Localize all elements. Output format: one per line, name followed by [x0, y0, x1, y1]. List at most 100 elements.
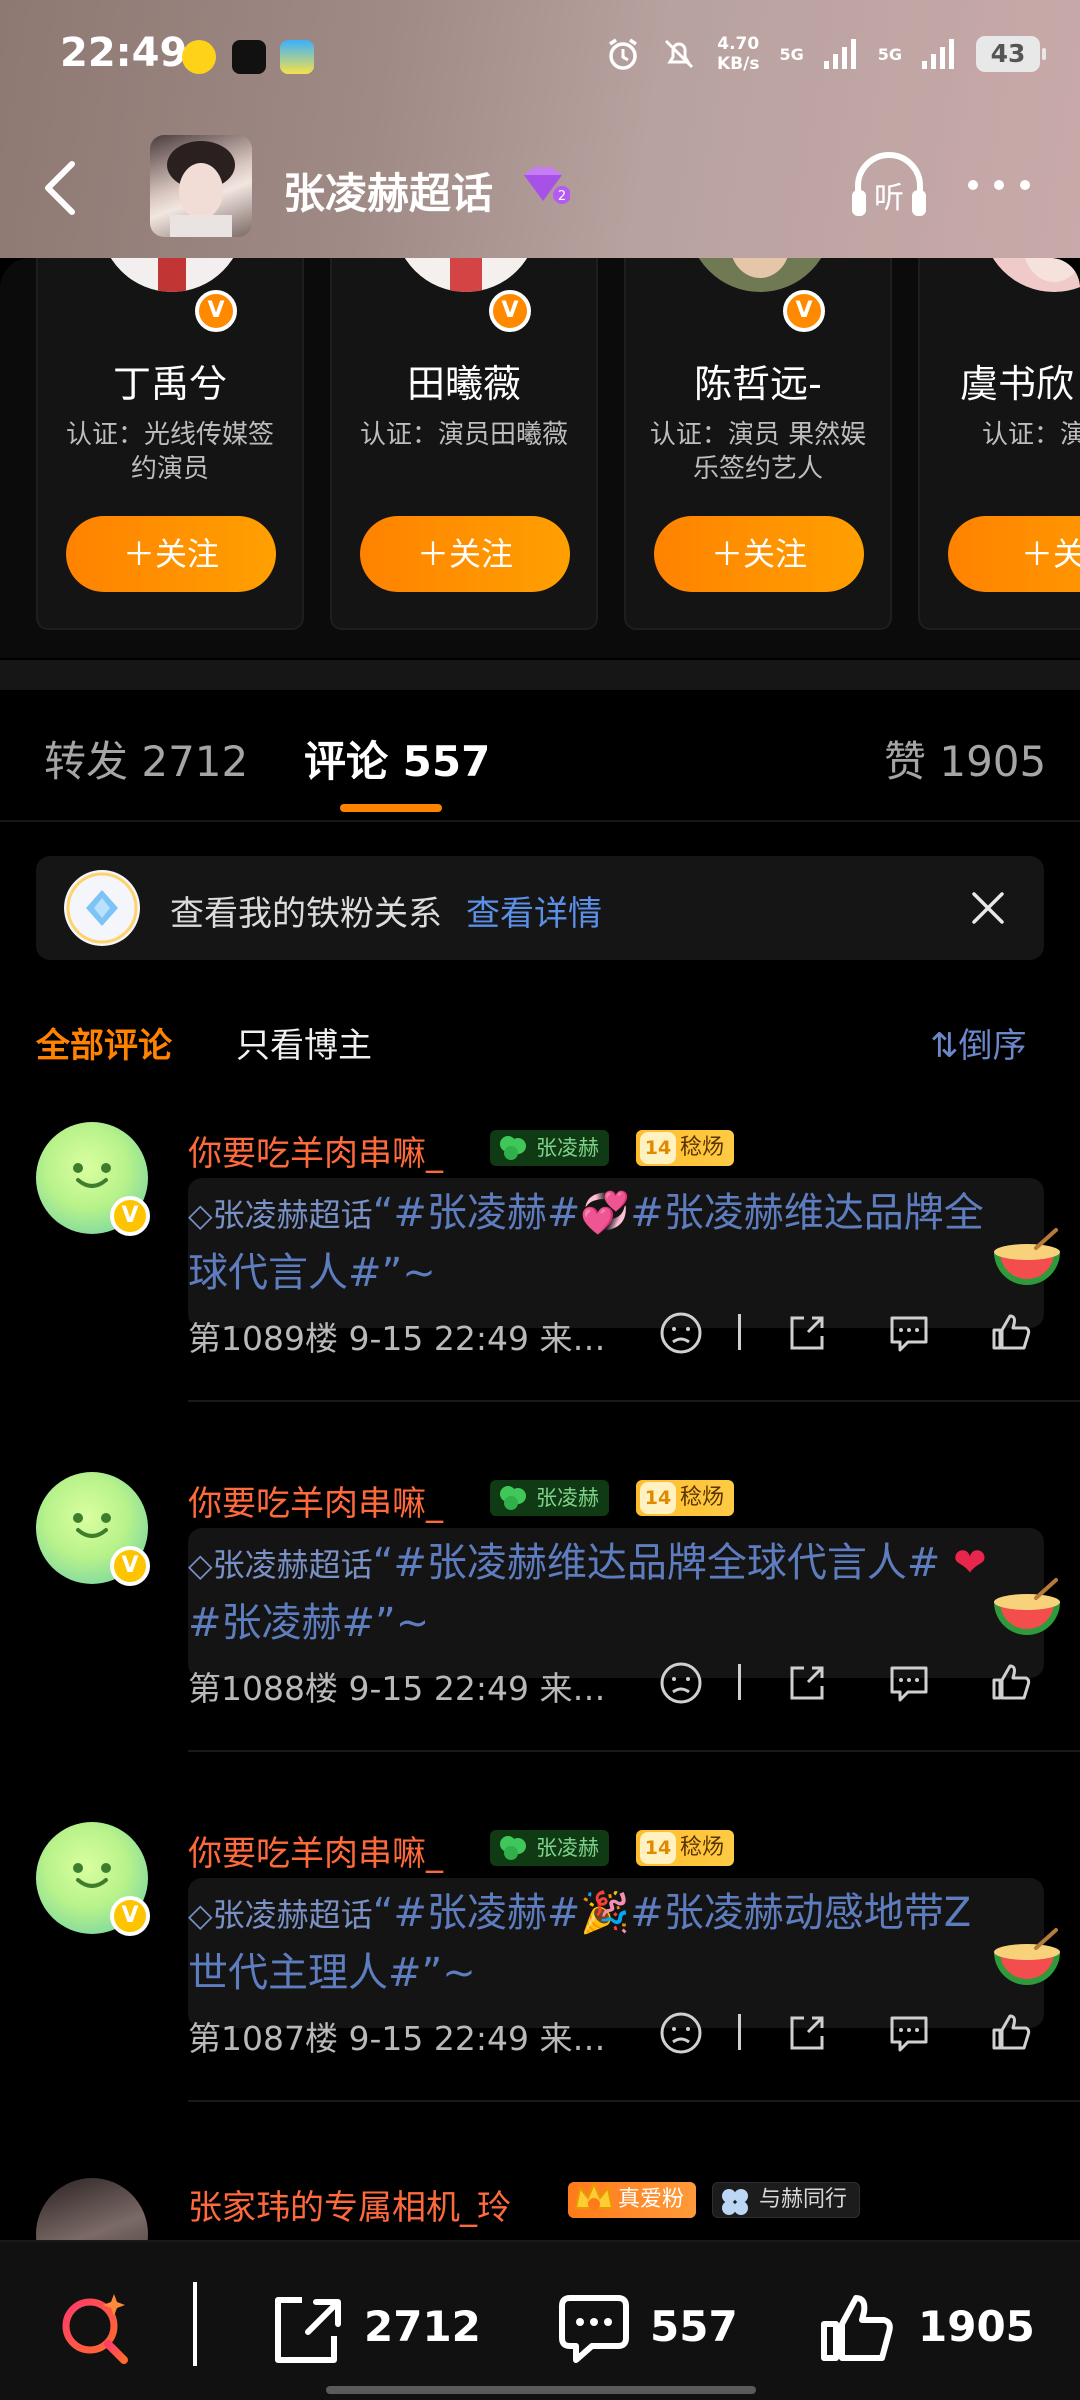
- diamond-icon: [64, 870, 140, 946]
- status-right: 4.70 KB/s 5G 5G 43: [605, 34, 1046, 74]
- verified-badge: V: [110, 1896, 150, 1936]
- watermelon-sticker-icon: [994, 1578, 1060, 1635]
- user-cert: 认证：演员田曦薇: [359, 420, 568, 450]
- search-ai-icon[interactable]: [56, 2288, 136, 2368]
- comment-actions: [656, 2008, 1046, 2058]
- tiktok-notification-icon: [232, 40, 266, 74]
- back-arrow-icon[interactable]: [36, 152, 86, 222]
- weibo-notification-icon: [182, 40, 216, 74]
- fan-level-badge[interactable]: 14 稔炀: [636, 1130, 735, 1166]
- listen-headphones-icon[interactable]: 听: [848, 150, 930, 222]
- bottom-divider: [193, 2282, 197, 2366]
- true-fan-badge[interactable]: 真爱粉: [568, 2181, 697, 2218]
- supertopic-badge[interactable]: 张凌赫: [490, 1830, 609, 1866]
- comment-actions: [656, 1308, 1046, 1358]
- svg-text:听: 听: [874, 181, 904, 216]
- reply-comment-icon[interactable]: [886, 1310, 932, 1356]
- user-cert: 认证：演: [982, 420, 1080, 450]
- like-thumb-icon[interactable]: [988, 1310, 1034, 1356]
- fan-level-badge[interactable]: 14 稔炀: [636, 1480, 735, 1516]
- comment-body[interactable]: ◇张凌赫超话“#张凌赫#🎉#张凌赫动感地带Z世代主理人#”~: [188, 1878, 1044, 2028]
- comment-username[interactable]: 你要吃羊肉串嘛_: [188, 1826, 443, 1875]
- user-cert: 认证：演员 果然娱乐签约艺人: [649, 420, 867, 484]
- like-icon: [821, 2295, 893, 2361]
- comment-button[interactable]: 557: [554, 2292, 754, 2363]
- follow-button[interactable]: ＋关注: [66, 516, 276, 592]
- user-card[interactable]: V 田曦薇 认证：演员田曦薇 ＋关注: [330, 258, 598, 630]
- action-divider: [738, 1314, 741, 1350]
- user-avatar[interactable]: [982, 258, 1080, 292]
- banner-text: 查看我的铁粉关系: [170, 894, 442, 934]
- user-avatar[interactable]: [394, 258, 538, 292]
- sad-face-icon[interactable]: [658, 1310, 704, 1356]
- repost-count: 2712: [364, 2302, 481, 2351]
- fans-relation-banner[interactable]: 查看我的铁粉关系 查看详情: [36, 856, 1044, 960]
- mute-icon: [664, 39, 694, 69]
- follow-button[interactable]: ＋关: [948, 516, 1080, 592]
- supertopic-badge[interactable]: 张凌赫: [490, 1480, 609, 1516]
- page-title: 张凌赫超话: [283, 169, 494, 218]
- tab-likes[interactable]: 赞 1905: [884, 728, 1046, 789]
- comment-meta: 第1087楼 9-15 22:49 来…: [188, 2019, 606, 2058]
- more-options-icon[interactable]: [968, 175, 1030, 195]
- repost-icon: [275, 2297, 341, 2363]
- user-avatar[interactable]: [100, 258, 244, 292]
- supertopic-avatar[interactable]: [150, 135, 252, 237]
- user-card[interactable]: V 陈哲远- 认证：演员 果然娱乐签约艺人 ＋关注: [624, 258, 892, 630]
- comment-username[interactable]: 你要吃羊肉串嘛_: [188, 1126, 443, 1175]
- like-button[interactable]: 1905: [818, 2292, 1048, 2362]
- signal-bars-icon: [823, 39, 856, 69]
- user-card[interactable]: 虞书欣 认证：演 ＋关: [918, 258, 1080, 630]
- tab-reposts[interactable]: 转发 2712: [44, 728, 248, 789]
- comment-actions: [656, 1658, 1046, 1708]
- like-thumb-icon[interactable]: [988, 1660, 1034, 1706]
- user-avatar[interactable]: [688, 258, 832, 292]
- watermelon-sticker-icon: [994, 1928, 1060, 1985]
- follow-button[interactable]: ＋关注: [654, 516, 864, 592]
- comment-body[interactable]: ◇张凌赫超话“#张凌赫维达品牌全球代言人# ❤#张凌赫#”~: [188, 1528, 1044, 1678]
- follow-button[interactable]: ＋关注: [360, 516, 570, 592]
- home-indicator[interactable]: [326, 2386, 756, 2394]
- sad-face-icon[interactable]: [658, 2010, 704, 2056]
- share-icon[interactable]: [784, 1310, 830, 1356]
- recommended-users: V 丁禹兮 认证：光线传媒签约演员 ＋关注 V 田曦薇 认证：演员田曦薇 ＋关注…: [0, 258, 1080, 658]
- reply-comment-icon[interactable]: [886, 1660, 932, 1706]
- clover-icon: [500, 1836, 526, 1860]
- sort-order-button[interactable]: ⇅倒序: [930, 1018, 1027, 1067]
- like-thumb-icon[interactable]: [988, 2010, 1034, 2056]
- filter-all-comments[interactable]: 全部评论: [36, 1018, 172, 1067]
- user-cert: 认证：光线传媒签约演员: [65, 420, 274, 484]
- comment-separator: [188, 2100, 1080, 2102]
- share-icon[interactable]: [784, 1660, 830, 1706]
- close-icon[interactable]: [966, 886, 1010, 930]
- signal-bars-icon-2: [922, 39, 954, 69]
- comment-text: ◇张凌赫超话“#张凌赫#🎉#张凌赫动感地带Z世代主理人#”~: [188, 1890, 972, 1996]
- reply-comment-icon[interactable]: [886, 2010, 932, 2056]
- repost-button[interactable]: 2712: [268, 2292, 481, 2363]
- tab-comments[interactable]: 评论 557: [304, 728, 490, 789]
- comment-icon: [559, 2295, 629, 2363]
- fan-level-badge[interactable]: 14 稔炀: [636, 1830, 735, 1866]
- comment-item: V 你要吃羊肉串嘛_ 张凌赫 14 稔炀 ◇张凌赫超话“#张凌赫#💞#张凌赫维达品…: [0, 1122, 1080, 1472]
- user-name: 丁禹兮: [112, 362, 227, 406]
- comment-count: 557: [650, 2302, 738, 2351]
- comment-separator: [188, 1400, 1080, 1402]
- share-icon[interactable]: [784, 2010, 830, 2056]
- comment-text: ◇张凌赫超话“#张凌赫#💞#张凌赫维达品牌全球代言人#”~: [188, 1190, 984, 1296]
- divider-line: [0, 820, 1080, 822]
- clover-icon: [500, 1136, 526, 1160]
- filter-owner-only[interactable]: 只看博主: [236, 1018, 372, 1067]
- status-time: 22:49: [60, 30, 188, 76]
- verified-badge: V: [489, 290, 531, 332]
- supertopic-badge[interactable]: 张凌赫: [490, 1130, 609, 1166]
- sad-face-icon[interactable]: [658, 1660, 704, 1706]
- comment-body[interactable]: ◇张凌赫超话“#张凌赫#💞#张凌赫维达品牌全球代言人#”~: [188, 1178, 1044, 1328]
- user-card[interactable]: V 丁禹兮 认证：光线传媒签约演员 ＋关注: [36, 258, 304, 630]
- signal-5g-2: 5G: [877, 44, 902, 64]
- status-bar: 22:49 4.70 KB/s 5G 5G 43: [0, 0, 1080, 110]
- comment-username[interactable]: 你要吃羊肉串嘛_: [188, 1476, 443, 1525]
- with-he-badge[interactable]: 与赫同行: [712, 2182, 861, 2218]
- view-details-link[interactable]: 查看详情: [466, 886, 602, 935]
- comment-username[interactable]: 张家玮的专属相机_玲: [188, 2180, 511, 2229]
- clover-icon: [722, 2189, 748, 2215]
